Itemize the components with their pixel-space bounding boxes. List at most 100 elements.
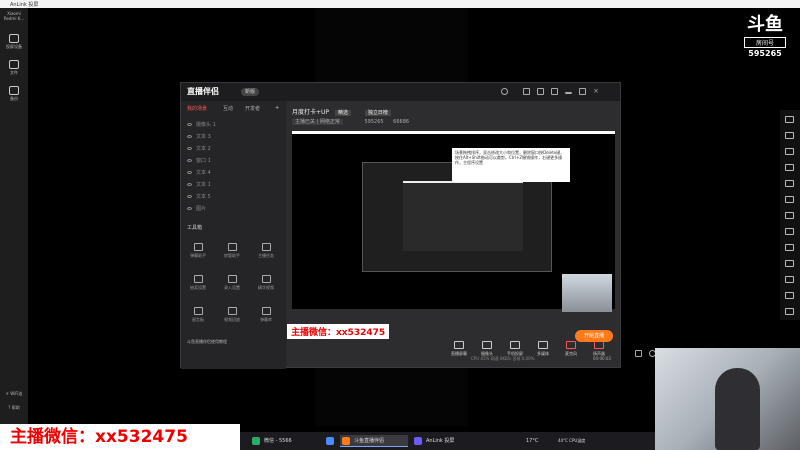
eye-icon[interactable]	[187, 207, 192, 210]
cpu-temp[interactable]: 44°C CPU温度	[558, 435, 598, 447]
gear-icon[interactable]	[537, 88, 544, 95]
maximize-icon[interactable]	[579, 88, 586, 95]
eye-icon[interactable]	[187, 195, 192, 198]
video-icon	[261, 275, 271, 283]
scene-item[interactable]: 摄像头 1	[187, 120, 282, 130]
sidebar-item-label: WiFi连	[10, 391, 23, 396]
volume-up-icon[interactable]	[785, 164, 794, 171]
keyboard-icon[interactable]	[785, 228, 794, 235]
sidebar-item-file[interactable]: 文件	[2, 60, 26, 76]
rotate-icon[interactable]	[785, 212, 794, 219]
close-icon[interactable]: ×	[593, 88, 600, 95]
wechat-overlay-text: 主播微信：xx532475	[287, 324, 390, 339]
eye-icon[interactable]	[187, 159, 192, 162]
tool-media[interactable]: 多媒体	[531, 341, 555, 357]
streaming-app-window: 直播伴侣 新版 × 我的场景 互动 开发者 + 摄像头 1 文本 3 文本 2 …	[180, 82, 670, 369]
tool-screen-capture[interactable]: 直播屏幕	[447, 341, 471, 357]
stream-title[interactable]: 月度打卡+UP 精选 独立日榜	[292, 107, 391, 116]
tab-developer[interactable]: 开发者	[245, 105, 260, 112]
scene-item[interactable]: 文本 4	[187, 168, 282, 178]
home-icon[interactable]	[785, 260, 794, 267]
tool-task[interactable]: 主播任务	[253, 243, 279, 259]
taskbar-item-explorer[interactable]	[324, 435, 338, 447]
back-icon[interactable]	[785, 276, 794, 283]
record-icon[interactable]	[635, 350, 642, 357]
scene-item[interactable]: 文本 2	[187, 144, 282, 154]
tool-replay[interactable]: 视频回放	[219, 307, 245, 323]
right-toolbar	[780, 110, 800, 320]
room-label: 房间号	[744, 37, 786, 48]
eye-icon[interactable]	[187, 135, 192, 138]
stream-preview[interactable]: 场景拖拽排序，双击修改大小和位置，删除窗口按Delete键，按住Alt+Shif…	[292, 131, 615, 312]
version-badge[interactable]: 新版	[241, 88, 260, 96]
minimize-icon[interactable]	[565, 92, 572, 94]
avatar[interactable]	[501, 88, 508, 95]
taskbar-item-anlink[interactable]: AnLink 投屏	[412, 435, 482, 447]
scene-item[interactable]: 窗口 1	[187, 156, 282, 166]
fans-count: 595265	[364, 119, 384, 125]
start-stream-button[interactable]: 开始直播	[575, 330, 613, 342]
taskbar-item-douyu[interactable]: 斗鱼直播伴侣	[340, 435, 408, 447]
phone-icon	[9, 34, 19, 43]
camera-icon[interactable]	[785, 244, 794, 251]
scene-item[interactable]: 文本 1	[187, 180, 282, 190]
task-icon	[261, 243, 271, 251]
tab-scenes[interactable]: 我的场景	[187, 105, 207, 112]
tool-library[interactable]: 弹幕库	[253, 307, 279, 323]
tool-danmu[interactable]: 弹幕助手	[185, 243, 211, 259]
tool-speaker[interactable]: 扬声器	[587, 341, 611, 357]
main-panel: 月度打卡+UP 精选 独立日榜 主播已关 | 网络正常 595265 66686…	[287, 101, 670, 367]
replay-icon	[227, 307, 237, 315]
menu-icon[interactable]	[551, 88, 558, 95]
scene-item[interactable]: 图片	[187, 204, 282, 214]
scene-item[interactable]: 文本 3	[187, 132, 282, 142]
download-icon	[227, 275, 237, 283]
douyu-watermark: 斗鱼 房间号 595265	[740, 10, 790, 58]
bell-icon[interactable]	[785, 148, 794, 155]
add-scene-icon[interactable]: +	[275, 105, 279, 111]
play-icon	[538, 341, 548, 349]
tool-input[interactable]: 录入设置	[219, 275, 245, 291]
scene-item[interactable]: 文本 5	[187, 192, 282, 202]
tool-phone-cast[interactable]: 手机投屏	[503, 341, 527, 357]
volume-down-icon[interactable]	[785, 180, 794, 187]
help-icon: ?	[8, 405, 11, 410]
explorer-icon	[326, 437, 334, 445]
douyu-icon	[342, 437, 350, 445]
category-badge[interactable]: 精选	[334, 110, 351, 116]
menu-icon[interactable]	[785, 308, 794, 315]
eye-icon[interactable]	[187, 147, 192, 150]
chat-icon[interactable]	[523, 88, 530, 95]
app-titlebar: 直播伴侣 新版 ×	[181, 83, 620, 101]
eye-icon[interactable]	[187, 183, 192, 186]
rank-tag[interactable]: 独立日榜	[364, 110, 391, 116]
recents-icon[interactable]	[785, 292, 794, 299]
weather[interactable]: 17°C	[526, 435, 556, 447]
record-icon[interactable]	[785, 132, 794, 139]
sidebar-item-help[interactable]: ? 帮助	[2, 405, 26, 411]
tool-highlight[interactable]: 精华视频	[253, 275, 279, 291]
tool-admin[interactable]: 房管助手	[219, 243, 245, 259]
gift-icon	[193, 275, 203, 283]
eye-icon[interactable]	[187, 171, 192, 174]
app-logo: 直播伴侣	[187, 87, 219, 96]
eye-icon[interactable]	[187, 123, 192, 126]
tab-interact[interactable]: 互动	[223, 105, 233, 112]
tool-lottery[interactable]: 抽奖设置	[185, 275, 211, 291]
left-sidebar: Xiaomi Redmi K... 投屏设备 文件 备份 ✳ WiFi连 ? 帮…	[0, 8, 28, 426]
tutorial-banner[interactable]: 斗鱼直播伴侣使用教程	[187, 337, 282, 347]
tool-message[interactable]: 留言板	[185, 307, 211, 323]
mute-icon[interactable]	[785, 196, 794, 203]
screenshot-icon[interactable]	[785, 116, 794, 123]
sidebar-item-label: 投屏设备	[6, 44, 22, 49]
sidebar-item-screen[interactable]: 投屏设备	[2, 34, 26, 50]
sidebar-item-backup[interactable]: 备份	[2, 86, 26, 102]
tool-camera[interactable]: 摄像头	[475, 341, 499, 357]
library-icon	[261, 307, 271, 315]
sidebar-item-wifi[interactable]: ✳ WiFi连	[2, 391, 26, 397]
tool-microphone[interactable]: 麦克风	[559, 341, 583, 357]
device-name: Xiaomi Redmi K...	[3, 11, 25, 21]
taskbar-item-wechat[interactable]: 微信 - 5566	[250, 435, 320, 447]
taskbar: 微信 - 5566 斗鱼直播伴侣 AnLink 投屏 17°C 44°C CPU…	[240, 432, 655, 450]
wechat-icon	[252, 437, 260, 445]
